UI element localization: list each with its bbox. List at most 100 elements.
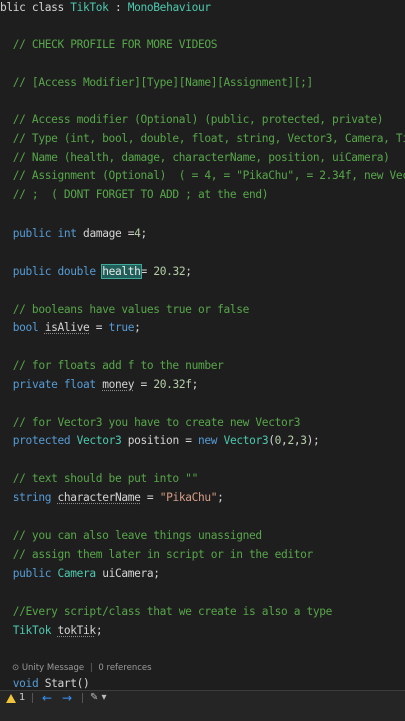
code-token: // Type (int, bool, double, float, strin… [0,132,405,145]
code-token: // ; ( DONT FORGET TO ADD ; at the end) [0,188,269,201]
code-token: int [57,227,78,240]
code-token: Camera [57,567,97,580]
code-line[interactable]: void Start() [0,676,405,690]
codelens-separator: | [89,663,93,673]
code-token: // Name (health, damage, characterName, … [0,151,390,164]
code-token: ; [217,491,224,504]
code-line[interactable]: private float money = 20.32f; [0,377,405,393]
code-line[interactable]: // Assignment (Optional) ( = 4, = "PikaC… [0,168,405,184]
code-line[interactable]: // you can also leave things unassigned [0,528,405,544]
code-token: "PikaChu" [159,491,218,504]
code-token: public [12,227,52,240]
code-token: isAlive [44,321,90,334]
divider [32,693,33,703]
code-token: string [12,491,52,504]
brush-icon[interactable]: ✎ ▾ [90,691,107,705]
code-line[interactable]: public int damage =4; [0,226,405,242]
code-token: ; [185,265,192,278]
code-token: // for floats add f to the number [0,359,224,372]
code-line[interactable]: //Every script/class that we create is a… [0,604,405,620]
code-token: // text should be put into "" [0,472,199,485]
codelens[interactable]: ⊙ Unity Message | 0 references [12,661,152,675]
code-line[interactable]: // [Access Modifier][Type][Name][Assignm… [0,75,405,91]
code-token: blic class [0,1,71,14]
code-token: ; [191,378,199,391]
warning-icon [6,693,16,703]
code-token: // CHECK PROFILE FOR MORE VIDEOS [0,38,218,51]
divider [82,693,83,703]
code-token: void [12,677,39,690]
code-token: MonoBehaviour [127,1,211,14]
code-token: true [108,321,135,334]
code-token: //Every script/class that we create is a… [0,605,333,618]
code-token: : [108,1,128,14]
code-token: TikTok [70,1,109,14]
editor-status-bar: 1 ← → ✎ ▾ [0,690,405,721]
code-line[interactable]: // Type (int, bool, double, float, strin… [0,131,405,147]
code-token: public [12,265,52,278]
code-token: 20.32 [153,265,186,278]
code-token: float [63,378,96,391]
code-line[interactable]: public double health= 20.32; [0,264,405,280]
code-token: public [12,567,52,580]
code-token: TikTok [12,624,52,637]
code-line[interactable]: blic class TikTok : MonoBehaviour [0,0,405,16]
warning-count: 1 [19,692,26,703]
code-line[interactable]: TikTok tokTik; [0,623,405,639]
code-line[interactable]: // booleans have values true or false [0,302,405,318]
code-token: // Access modifier (Optional) (public, p… [0,113,384,126]
code-token: 20.32f [153,378,192,391]
code-token: tokTik [57,624,97,637]
code-token: double [57,265,97,278]
code-token: ; [134,321,141,334]
code-token: uiCamera; [95,567,160,580]
code-line[interactable]: bool isAlive = true; [0,320,405,336]
code-token: private [12,378,58,391]
code-line[interactable]: // Name (health, damage, characterName, … [0,150,405,166]
code-token: Start() [38,677,90,690]
code-token: // for Vector3 you have to create new Ve… [0,416,301,429]
code-token: ; [140,227,148,240]
code-line[interactable]: protected Vector3 position = new Vector3… [0,433,405,449]
code-token: ; [95,624,103,637]
code-token: bool [12,321,39,334]
code-token: // assign them later in script or in the… [0,548,313,561]
code-token: money [102,378,135,391]
codelens-unity-message[interactable]: Unity Message [22,663,84,673]
warning-indicator[interactable]: 1 [6,691,25,705]
forward-arrow-icon[interactable]: → [62,691,72,705]
code-token: position = [121,434,198,447]
code-token: Vector3 [223,434,269,447]
code-line[interactable]: public Camera uiCamera; [0,566,405,582]
code-line[interactable]: // for floats add f to the number [0,358,405,374]
back-arrow-icon[interactable]: ← [42,691,52,705]
codelens-references[interactable]: 0 references [98,663,151,673]
code-token: new [198,434,218,447]
code-token: = [140,491,160,504]
unity-icon: ⊙ [12,663,20,673]
code-token: ); [306,434,320,447]
code-line[interactable]: // assign them later in script or in the… [0,547,405,563]
code-line[interactable]: // Access modifier (Optional) (public, p… [0,112,405,128]
code-token: // you can also leave things unassigned [0,529,262,542]
code-token: damage = [76,227,135,240]
code-line[interactable]: string characterName = "PikaChu"; [0,490,405,506]
code-line[interactable]: // CHECK PROFILE FOR MORE VIDEOS [0,37,405,53]
code-editor[interactable]: blic class TikTok : MonoBehaviour // CHE… [0,0,405,690]
code-token: = [89,321,109,334]
code-line[interactable]: // text should be put into "" [0,471,405,487]
code-token: = [140,265,154,278]
code-token: characterName [57,491,141,504]
code-line[interactable]: // for Vector3 you have to create new Ve… [0,415,405,431]
code-line[interactable]: // ; ( DONT FORGET TO ADD ; at the end) [0,187,405,203]
code-token: protected [12,434,71,447]
